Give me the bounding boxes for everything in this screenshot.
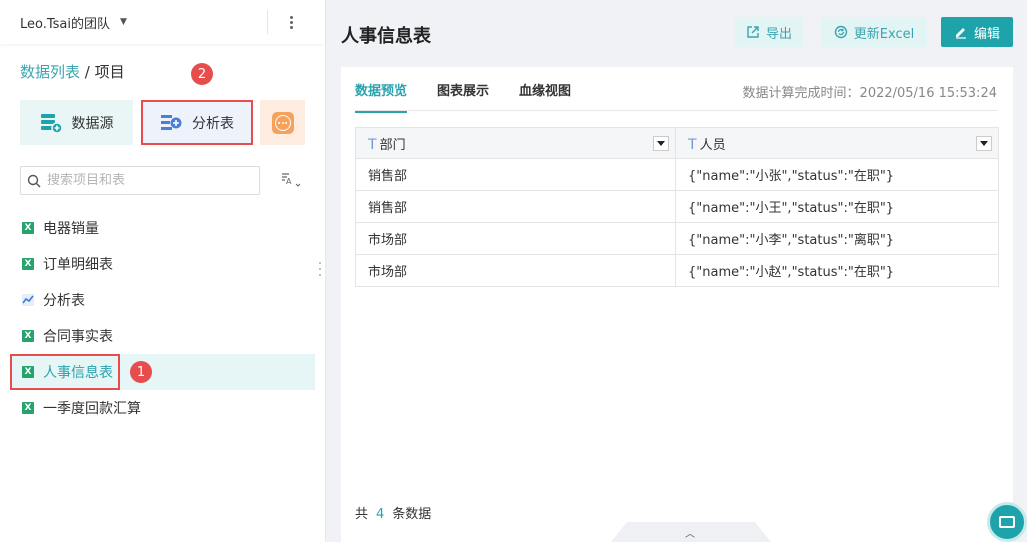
tabs-divider [355, 110, 998, 111]
column-header-label: 部门 [379, 137, 406, 153]
caret-down-icon: ▼ [120, 17, 127, 27]
sidebar: Leo.Tsai的团队 ▼ 数据列表 / 项目 数据源 分析表 2 搜索项目和表… [0, 0, 326, 542]
update-excel-label: 更新Excel [853, 26, 915, 42]
table-cell[interactable]: {"name":"小赵","status":"在职"} [675, 254, 999, 287]
step-badge-2: 2 [191, 63, 213, 85]
data-card: 数据预览 图表展示 血缘视图 数据计算完成时间：2022/05/16 15:53… [341, 67, 1013, 542]
list-item-label: 一季度回款汇算 [43, 401, 141, 417]
search-input[interactable] [47, 173, 247, 188]
list-item-label: 分析表 [43, 293, 85, 309]
highlight-box [10, 354, 120, 390]
list-item-label: 合同事实表 [43, 329, 113, 345]
table-row: 市场部 {"name":"小赵","status":"在职"} [355, 254, 999, 287]
export-button[interactable]: 导出 [735, 17, 803, 47]
collapse-panel-toggle[interactable]: ︿ [611, 512, 771, 542]
step-badge-1: 1 [130, 361, 152, 383]
column-header-label: 人员 [699, 137, 726, 153]
team-name: Leo.Tsai的团队 [20, 16, 111, 32]
more-types-button[interactable] [260, 100, 305, 145]
refresh-icon [834, 25, 847, 39]
analysis-table-button[interactable]: 分析表 [141, 100, 253, 145]
column-header[interactable]: T 部门 [355, 127, 676, 159]
tab-data-preview[interactable]: 数据预览 [355, 80, 408, 113]
data-table: T 部门 T 人员 销售部 {"name":"小张","status":"在职"} … [355, 127, 999, 287]
list-item[interactable]: X 合同事实表 [10, 318, 315, 354]
list-item-label: 电器销量 [43, 221, 99, 237]
row-count: 共 4 条数据 [355, 503, 431, 522]
divider [267, 10, 268, 34]
table-row: 销售部 {"name":"小张","status":"在职"} [355, 158, 999, 191]
analysis-add-icon [161, 114, 182, 130]
column-header[interactable]: T 人员 [675, 127, 999, 159]
breadcrumb-separator: / [84, 63, 90, 81]
table-row: 销售部 {"name":"小王","status":"在职"} [355, 190, 999, 223]
export-icon [747, 26, 759, 38]
database-add-icon [40, 113, 62, 134]
datasource-button[interactable]: 数据源 [20, 100, 133, 145]
view-tabs: 数据预览 图表展示 血缘视图 [355, 80, 571, 113]
text-type-icon: T [688, 136, 697, 153]
chat-support-icon[interactable] [987, 502, 1027, 542]
breadcrumb: 数据列表 / 项目 [20, 61, 125, 82]
breadcrumb-root-link[interactable]: 数据列表 [20, 63, 80, 81]
edit-label: 编辑 [973, 26, 1000, 42]
text-type-icon: T [368, 136, 377, 153]
row-count-value: 4 [376, 507, 385, 522]
row-count-suffix: 条数据 [392, 507, 432, 522]
list-item[interactable]: X 一季度回款汇算 [10, 390, 315, 426]
excel-icon: X [22, 222, 34, 234]
svg-text:A: A [286, 177, 292, 186]
edit-button[interactable]: 编辑 [941, 17, 1013, 47]
excel-icon: X [22, 402, 34, 414]
list-item[interactable]: 分析表 [10, 282, 315, 318]
list-item[interactable]: X 电器销量 [10, 210, 315, 246]
table-cell[interactable]: 市场部 [355, 222, 676, 255]
table-cell[interactable]: {"name":"小王","status":"在职"} [675, 190, 999, 223]
sort-icon[interactable]: A [281, 172, 301, 191]
search-icon [27, 174, 41, 187]
update-excel-button[interactable]: 更新Excel [821, 17, 927, 47]
export-label: 导出 [765, 26, 792, 42]
datasource-label: 数据源 [71, 115, 114, 132]
table-cell[interactable]: 市场部 [355, 254, 676, 287]
breadcrumb-current: 项目 [94, 63, 125, 81]
excel-icon: X [22, 258, 34, 270]
row-count-prefix: 共 [355, 507, 369, 522]
table-cell[interactable]: 销售部 [355, 190, 676, 223]
file-list: X 电器销量 X 订单明细表 分析表 X 合同事实表 X 人事信息表 X 一季度… [10, 210, 315, 426]
page-title: 人事信息表 [341, 26, 431, 47]
excel-icon: X [22, 330, 34, 342]
more-options-icon[interactable] [283, 11, 299, 33]
list-item-label: 订单明细表 [43, 257, 113, 273]
tab-chart-display[interactable]: 图表展示 [437, 80, 489, 113]
column-dropdown-icon[interactable] [653, 136, 669, 151]
team-switcher[interactable]: Leo.Tsai的团队 ▼ [0, 0, 325, 44]
pencil-icon [955, 28, 966, 39]
analysis-table-label: 分析表 [192, 115, 234, 132]
table-row: 市场部 {"name":"小李","status":"离职"} [355, 222, 999, 255]
list-item[interactable]: X 订单明细表 [10, 246, 315, 282]
list-item-active[interactable]: X 人事信息表 [10, 354, 315, 390]
calc-time: 数据计算完成时间：2022/05/16 15:53:24 [742, 86, 997, 101]
search-box[interactable] [20, 166, 260, 195]
table-cell[interactable]: 销售部 [355, 158, 676, 191]
tab-lineage-view[interactable]: 血缘视图 [519, 80, 571, 113]
resize-handle[interactable] [319, 262, 322, 276]
chevron-up-icon: ︿ [685, 529, 695, 540]
line-chart-icon [22, 294, 34, 306]
main-panel: 人事信息表 导出 更新Excel 编辑 数据预览 图表展示 血缘视图 数据计算完… [326, 0, 1027, 542]
column-dropdown-icon[interactable] [976, 136, 992, 151]
table-cell[interactable]: {"name":"小张","status":"在职"} [675, 158, 999, 191]
table-cell[interactable]: {"name":"小李","status":"离职"} [675, 222, 999, 255]
more-icon [271, 111, 294, 134]
